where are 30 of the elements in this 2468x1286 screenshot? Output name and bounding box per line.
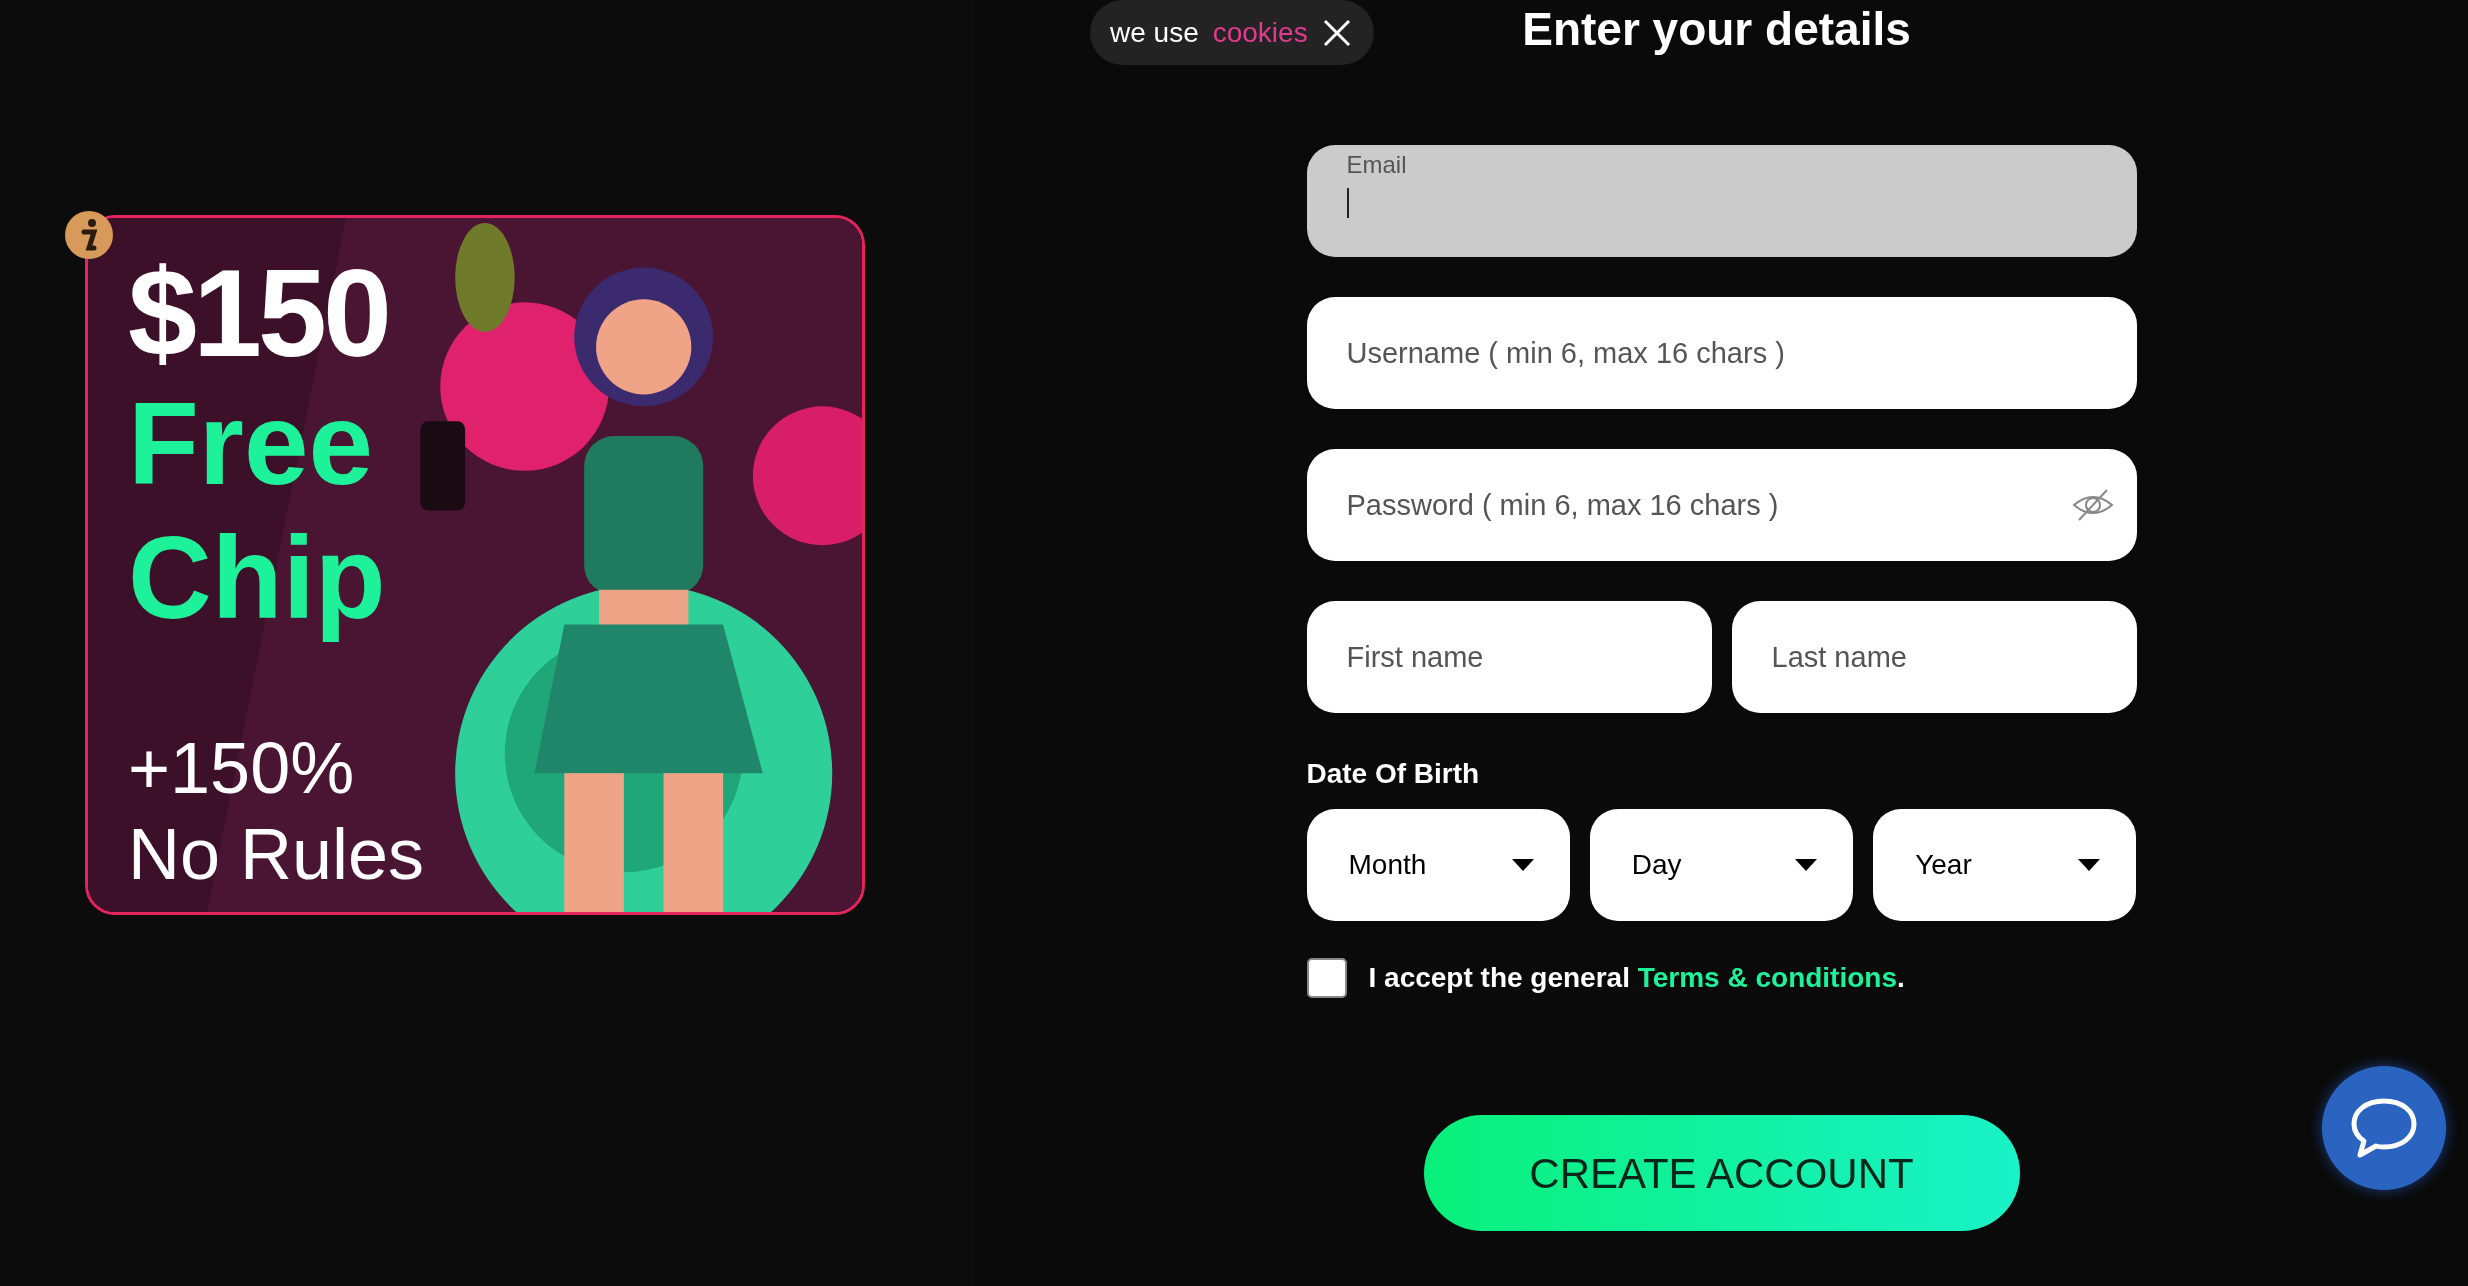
close-button[interactable]: [1321, 17, 1352, 48]
field-label: Date Of Birth: [1306, 757, 1481, 792]
input-field[interactable]: Username ( min 6, max 16 chars ): [1306, 297, 2137, 410]
select-dropdown[interactable]: Day: [1589, 809, 1854, 922]
info-icon[interactable]: [64, 210, 114, 260]
input-field[interactable]: Password ( min 6, max 16 chars ): [1306, 449, 2137, 562]
create-account-button[interactable]: CREATE ACCOUNT: [1423, 1115, 2020, 1232]
promo-text: Chip: [128, 511, 386, 645]
caret-icon: [1795, 859, 1818, 872]
input-field[interactable]: Last name: [1731, 601, 2137, 714]
promo-text: $150: [128, 248, 388, 379]
promo-text: Free: [128, 378, 374, 512]
checkbox[interactable]: [1306, 958, 1347, 999]
field-label: Email: [1346, 150, 1407, 181]
select-dropdown[interactable]: Year: [1873, 809, 2137, 922]
terms-link[interactable]: Terms & conditions: [1637, 962, 1897, 994]
input-field[interactable]: Email: [1306, 145, 2137, 258]
promo-text: +150%: [128, 726, 355, 810]
chat-bubble-icon: [2349, 1097, 2419, 1159]
promo-text: No Rules: [128, 813, 425, 897]
select-dropdown[interactable]: Month: [1306, 809, 1570, 922]
input-field[interactable]: First name: [1306, 601, 1712, 714]
cookie-link[interactable]: cookies: [1212, 11, 1308, 54]
cookie-text: we use: [1110, 15, 1199, 50]
page-title: Enter your details: [1522, 2, 1911, 57]
caret-icon: [1511, 859, 1534, 872]
text-cursor: [1346, 188, 1349, 219]
caret-icon: [2078, 859, 2101, 872]
chat-button[interactable]: [2322, 1066, 2446, 1190]
terms-text: I accept the general Terms & conditions.: [1368, 961, 1905, 996]
